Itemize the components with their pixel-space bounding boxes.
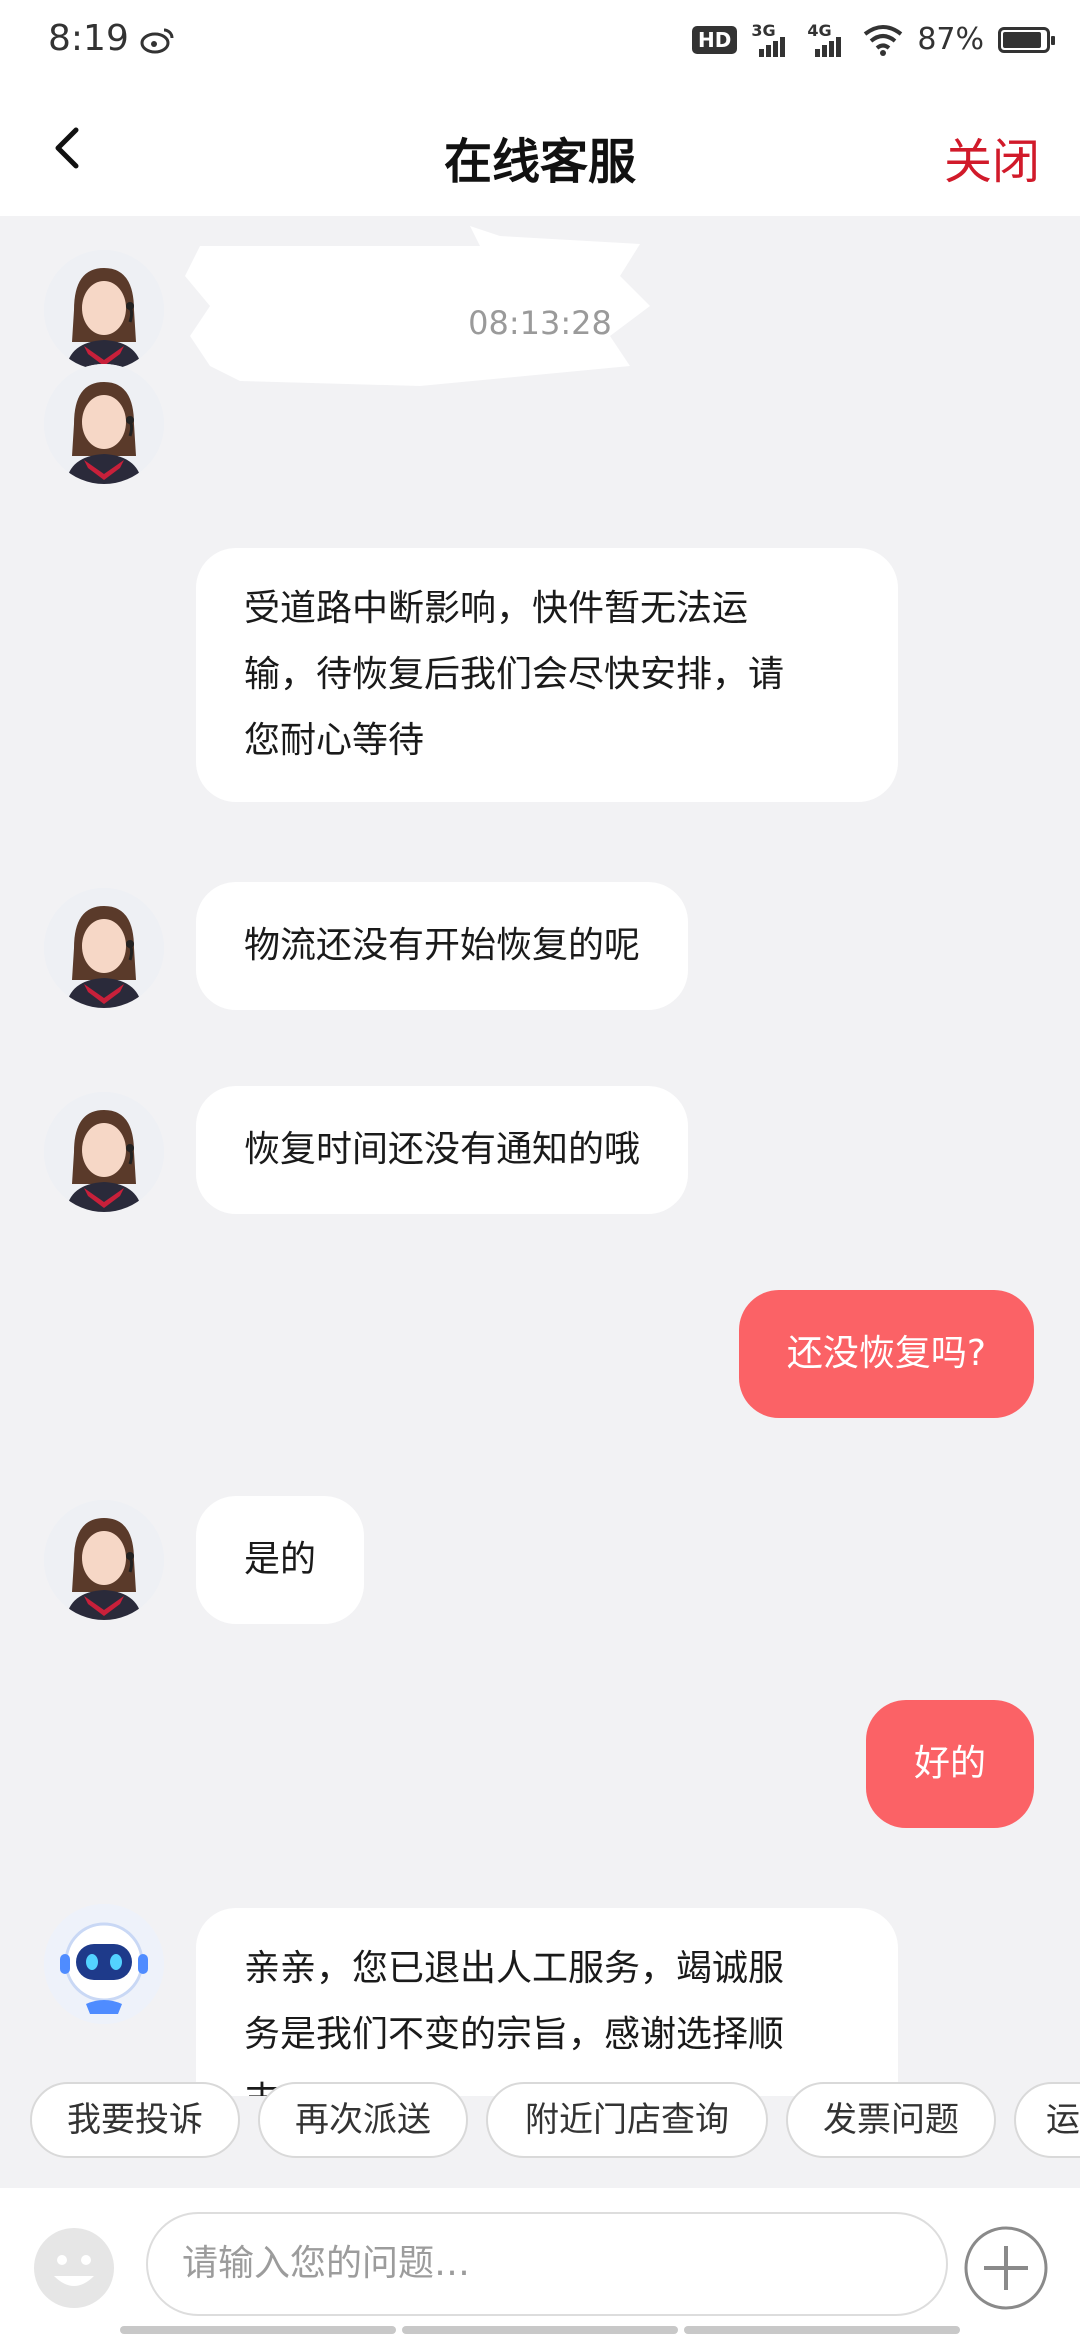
bot-avatar [44, 1904, 164, 2024]
agent-message: 受道路中断影响，快件暂无法运 输，待恢复后我们会尽快安排，请 您耐心等待 [196, 548, 898, 802]
emoji-icon[interactable] [30, 2224, 118, 2312]
user-message: 还没恢复吗? [738, 1290, 1034, 1418]
status-time: 8:19 [48, 18, 129, 59]
question-input[interactable]: 请输入您的问题… [146, 2212, 948, 2316]
agent-avatar-image [44, 1092, 164, 1212]
page-title: 在线客服 [443, 134, 636, 190]
agent-avatar-image [44, 888, 164, 1008]
battery-icon [998, 26, 1055, 53]
weibo-icon [140, 28, 174, 54]
agent-message: 物流还没有开始恢复的呢 [196, 882, 689, 1010]
agent-avatar [44, 888, 164, 1008]
message-line: 输，待恢复后我们会尽快安排，请 [244, 654, 785, 695]
agent-avatar [44, 364, 164, 484]
status-icons: HD 3G 4G 87% [691, 21, 1055, 57]
user-message: 好的 [865, 1700, 1034, 1828]
quick-reply-chip[interactable]: 运 [1014, 2082, 1080, 2158]
agent-avatar-image [44, 1500, 164, 1620]
quick-reply-bar: 我要投诉 再次派送 附近门店查询 发票问题 运 [0, 2082, 1080, 2162]
input-bar: 请输入您的问题… [0, 2188, 1080, 2340]
agent-avatar-image [44, 364, 164, 484]
battery-percent: 87% [917, 22, 984, 57]
signal-4g-icon: 4G [807, 21, 849, 57]
chat-timestamp: 08:13:28 [468, 304, 612, 342]
message-line: 您耐心等待 [244, 720, 425, 761]
quick-reply-chip[interactable]: 我要投诉 [30, 2082, 240, 2158]
agent-avatar [44, 1500, 164, 1620]
hd-badge: HD [691, 25, 738, 54]
message-line: 受道路中断影响，快件暂无法运 [244, 588, 749, 629]
chat-area[interactable]: 08:13:28 受道路中断影响，快件暂无法运 输，待恢复后我们会尽快安排，请 … [0, 216, 1080, 2096]
home-indicator [120, 2326, 960, 2334]
wifi-icon [864, 24, 903, 56]
bot-message: 亲亲，您已退出人工服务，竭诚服 务是我们不变的宗旨，感谢选择顺 丰 [196, 1908, 898, 2096]
status-bar: 8:19 HD 3G 4G 87% [0, 0, 1080, 88]
robot-icon [44, 1904, 164, 2024]
quick-reply-chip[interactable]: 发票问题 [786, 2082, 996, 2158]
agent-message: 恢复时间还没有通知的哦 [196, 1086, 689, 1214]
quick-reply-chip[interactable]: 再次派送 [258, 2082, 468, 2158]
plus-icon[interactable] [962, 2224, 1050, 2312]
signal-3g-icon: 3G [751, 21, 793, 57]
quick-reply-chip[interactable]: 附近门店查询 [486, 2082, 768, 2158]
message-line: 亲亲，您已退出人工服务，竭诚服 [244, 1948, 785, 1989]
nav-header: 在线客服 关闭 [0, 88, 1080, 216]
agent-message: 是的 [196, 1496, 365, 1624]
close-button[interactable]: 关闭 [944, 122, 1040, 192]
message-line: 务是我们不变的宗旨，感谢选择顺 [244, 2014, 785, 2055]
agent-avatar [44, 1092, 164, 1212]
